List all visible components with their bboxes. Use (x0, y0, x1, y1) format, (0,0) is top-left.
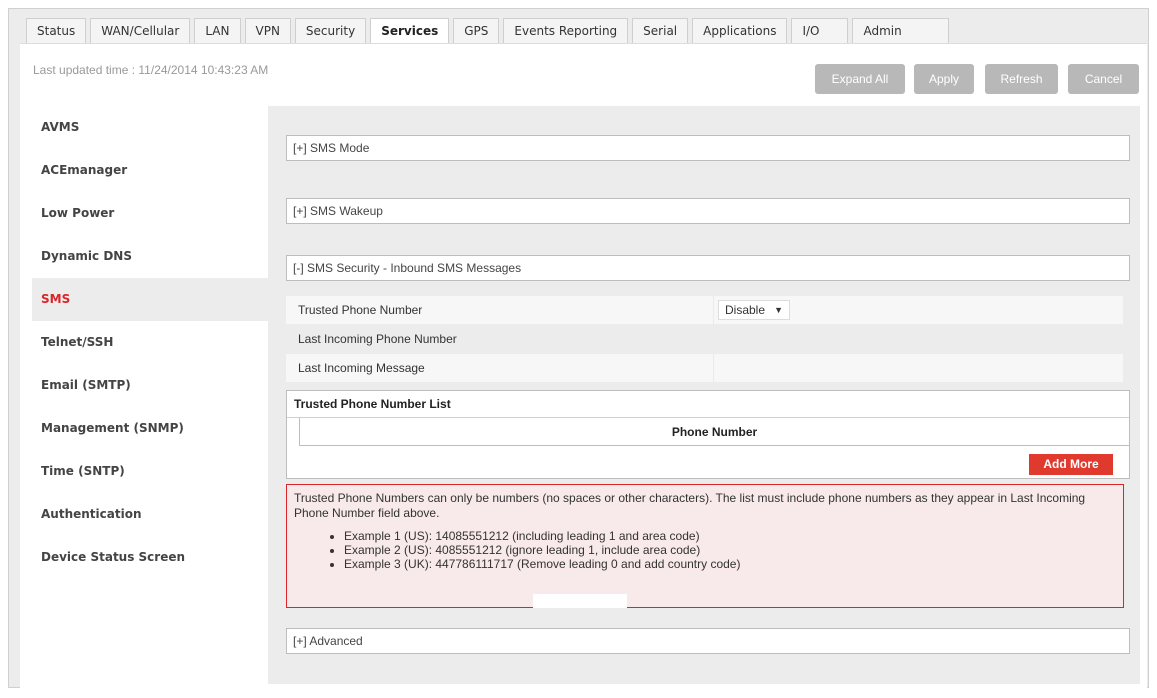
sidebar-item-acemanager[interactable]: ACEmanager (32, 149, 268, 192)
last-incoming-phone-number-value (713, 325, 1123, 353)
sidebar-item-email-smtp[interactable]: Email (SMTP) (32, 364, 268, 407)
section-advanced[interactable]: [+] Advanced (286, 628, 1130, 654)
last-updated-text: Last updated time : 11/24/2014 10:43:23 … (33, 63, 269, 77)
sidebar-item-device-status-screen[interactable]: Device Status Screen (32, 536, 268, 579)
refresh-button[interactable]: Refresh (985, 64, 1058, 94)
tab-wan-cellular[interactable]: WAN/Cellular (90, 18, 191, 43)
sidebar-item-avms[interactable]: AVMS (32, 106, 268, 149)
sidebar-item-authentication[interactable]: Authentication (32, 493, 268, 536)
trusted-phone-number-selected: Disable (725, 303, 766, 317)
section-sms-wakeup[interactable]: [+] SMS Wakeup (286, 198, 1130, 224)
expand-all-button[interactable]: Expand All (815, 64, 905, 94)
note-gap (533, 594, 627, 608)
trusted-numbers-help-note: Trusted Phone Numbers can only be number… (286, 484, 1124, 608)
tab-vpn[interactable]: VPN (244, 18, 291, 43)
sidebar-nav: AVMS ACEmanager Low Power Dynamic DNS SM… (32, 106, 268, 579)
example-item: Example 1 (US): 14085551212 (including l… (344, 529, 1116, 543)
apply-button[interactable]: Apply (914, 64, 974, 94)
tab-io[interactable]: I/O (791, 18, 849, 43)
example-item: Example 3 (UK): 447786111717 (Remove lea… (344, 557, 1116, 571)
tab-services[interactable]: Services (370, 18, 450, 45)
tab-lan[interactable]: LAN (194, 18, 241, 43)
trusted-phone-number-list: Trusted Phone Number List Phone Number A… (286, 390, 1130, 479)
sidebar-item-low-power[interactable]: Low Power (32, 192, 268, 235)
section-sms-mode[interactable]: [+] SMS Mode (286, 135, 1130, 161)
trusted-phone-number-value-cell: Disable ▼ (713, 296, 1123, 324)
tab-gps[interactable]: GPS (453, 18, 500, 43)
tab-status[interactable]: Status (26, 18, 87, 43)
last-incoming-message-label: Last Incoming Message (286, 354, 713, 382)
example-item: Example 2 (US): 4085551212 (ignore leadi… (344, 543, 1116, 557)
trusted-phone-number-select[interactable]: Disable ▼ (718, 300, 790, 320)
phone-number-column-header: Phone Number (299, 418, 1129, 446)
tab-serial[interactable]: Serial (632, 18, 689, 43)
tab-admin[interactable]: Admin (852, 18, 949, 43)
trusted-list-title: Trusted Phone Number List (287, 391, 1129, 418)
row-last-incoming-phone-number: Last Incoming Phone Number (286, 325, 1123, 353)
section-sms-security[interactable]: [-] SMS Security - Inbound SMS Messages (286, 255, 1130, 281)
example-list: Example 1 (US): 14085551212 (including l… (344, 529, 1116, 571)
tab-events-reporting[interactable]: Events Reporting (503, 18, 629, 43)
chevron-down-icon: ▼ (774, 305, 783, 315)
row-last-incoming-message: Last Incoming Message (286, 354, 1123, 382)
sidebar-item-sms[interactable]: SMS (32, 278, 268, 321)
tab-applications[interactable]: Applications (692, 18, 788, 43)
tab-security[interactable]: Security (294, 18, 367, 43)
row-trusted-phone-number: Trusted Phone Number Disable ▼ (286, 296, 1123, 324)
add-more-button[interactable]: Add More (1029, 454, 1113, 475)
sidebar-item-telnet-ssh[interactable]: Telnet/SSH (32, 321, 268, 364)
last-incoming-phone-number-label: Last Incoming Phone Number (298, 332, 457, 346)
help-note-text: Trusted Phone Numbers can only be number… (294, 491, 1086, 520)
trusted-phone-number-label: Trusted Phone Number (286, 296, 713, 324)
cancel-button[interactable]: Cancel (1068, 64, 1139, 94)
main-tab-bar: Status WAN/Cellular LAN VPN Security Ser… (26, 18, 953, 45)
sidebar-item-management-snmp[interactable]: Management (SNMP) (32, 407, 268, 450)
sidebar-item-dynamic-dns[interactable]: Dynamic DNS (32, 235, 268, 278)
last-incoming-message-value (713, 354, 1123, 382)
sidebar-item-time-sntp[interactable]: Time (SNTP) (32, 450, 268, 493)
